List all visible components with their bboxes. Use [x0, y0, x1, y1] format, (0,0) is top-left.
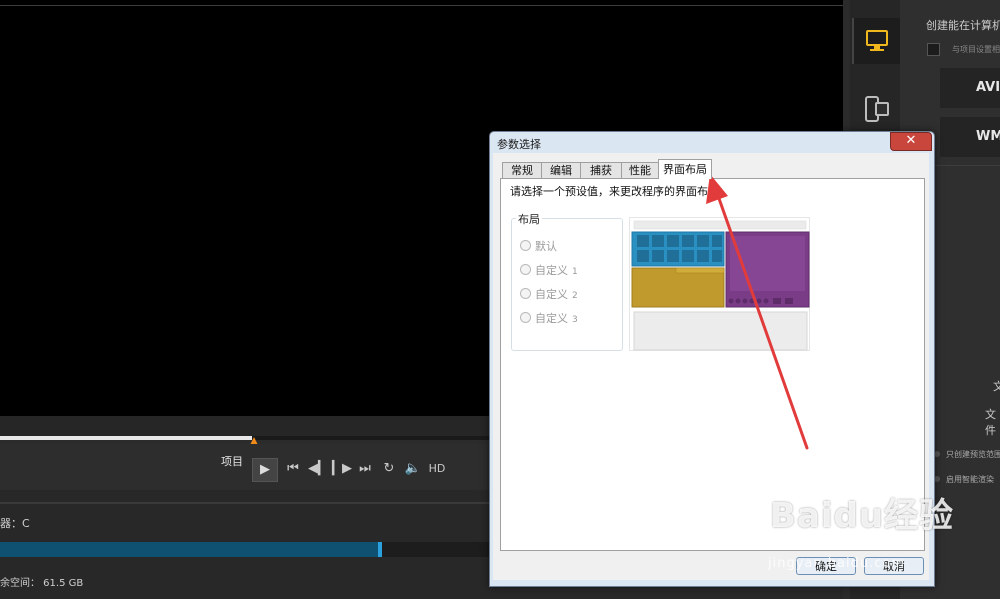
go-to-start-icon[interactable]: ⏮: [284, 458, 302, 480]
radio-label: 自定义: [535, 312, 568, 325]
smart-render-label: 启用智能渲染: [946, 475, 994, 484]
radio-button[interactable]: [520, 240, 531, 251]
scrub-progress: [0, 436, 252, 440]
monitor-icon: [866, 30, 888, 51]
storage-marker: [378, 542, 382, 557]
radio-custom-3[interactable]: 自定义 3: [520, 310, 578, 325]
close-icon[interactable]: ✕: [890, 132, 932, 151]
radio-custom-1[interactable]: 自定义 1: [520, 262, 578, 277]
preview-top-divider: [0, 5, 843, 6]
radio-button[interactable]: [520, 288, 531, 299]
radio-label: 默认: [535, 240, 557, 253]
radio-label: 自定义: [535, 288, 568, 301]
tab-ui-layout[interactable]: 界面布局: [658, 159, 712, 179]
radio-button[interactable]: [520, 264, 531, 275]
file-name-label: 文件: [985, 408, 996, 437]
file-label: 文: [993, 380, 1000, 393]
radio-custom-2[interactable]: 自定义 2: [520, 286, 578, 301]
preview-range-label: 只创建预览范围: [946, 450, 1000, 459]
sidebar-item-computer[interactable]: [852, 18, 900, 64]
tab-performance[interactable]: 性能: [621, 162, 659, 178]
go-to-end-icon[interactable]: ⏭: [356, 458, 374, 480]
output-description: 创建能在计算机: [926, 19, 1000, 32]
radio-label: 自定义: [535, 264, 568, 277]
annotation-arrow-icon: [706, 174, 809, 450]
tab-capture[interactable]: 捕获: [580, 162, 622, 178]
tab-general[interactable]: 常规: [502, 162, 542, 178]
play-icon[interactable]: ▶: [252, 458, 278, 482]
hd-toggle[interactable]: HD: [427, 458, 447, 480]
volume-icon[interactable]: 🔈: [403, 458, 423, 480]
radio-number: 1: [572, 267, 578, 277]
free-space-label: 余空间： 61.5 GB: [0, 578, 84, 589]
layout-group-label: 布局: [516, 211, 542, 227]
drive-label: 器：C: [0, 517, 30, 530]
layout-instruction: 请选择一个预设值，来更改程序的界面布局。: [510, 185, 730, 198]
radio-number: 3: [572, 315, 578, 325]
radio-button[interactable]: [520, 312, 531, 323]
radio-number: 2: [572, 291, 578, 301]
previous-frame-icon[interactable]: ◀▎: [308, 458, 328, 480]
radio-default[interactable]: 默认: [520, 238, 557, 253]
repeat-icon[interactable]: ↻: [380, 458, 398, 480]
dialog-title: 参数选择: [497, 138, 541, 151]
device-icon: [865, 96, 889, 122]
sidebar-item-device[interactable]: [852, 86, 898, 132]
same-as-project-label: 与项目设置相: [952, 45, 1000, 54]
same-as-project-checkbox[interactable]: [927, 43, 940, 56]
format-avi-button[interactable]: AVI: [940, 68, 1000, 108]
tab-edit[interactable]: 编辑: [541, 162, 581, 178]
storage-bar-fill: [0, 542, 380, 557]
baidu-watermark-url: jingyan.baidu.com: [768, 556, 905, 571]
next-frame-icon[interactable]: ▎▶: [332, 458, 352, 480]
format-wmv-button[interactable]: WMV: [940, 117, 1000, 157]
project-mode-label[interactable]: 项目: [221, 453, 243, 469]
baidu-watermark-logo: Baidu经验: [770, 496, 955, 536]
